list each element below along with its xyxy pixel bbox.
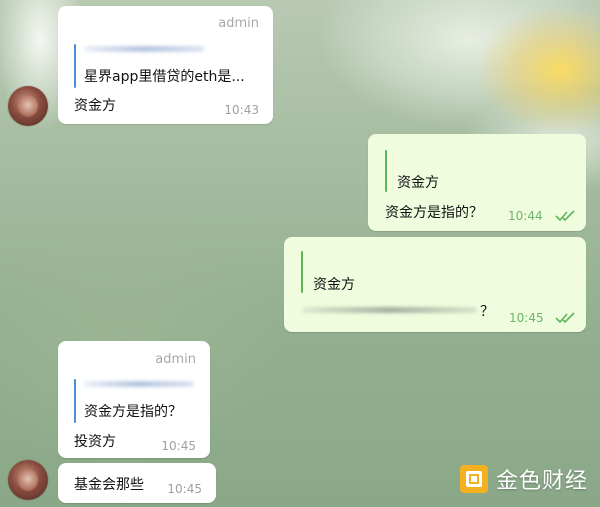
outgoing-message[interactable]: 资金方 资金方是指的？ 10:44 <box>368 134 586 231</box>
reply-quote-bar <box>74 379 76 423</box>
avatar[interactable] <box>8 86 48 126</box>
message-text: 投资方 <box>74 434 116 450</box>
message-time: 10:44 <box>508 209 543 223</box>
message-time: 10:43 <box>224 103 259 117</box>
admin-badge: admin <box>218 16 259 31</box>
redacted-quote-name <box>84 46 204 52</box>
jinse-logo-icon <box>459 465 488 493</box>
double-check-icon <box>555 312 575 324</box>
watermark-text: 金色财经 <box>495 469 588 494</box>
incoming-message[interactable]: admin 星界app里借贷的eth是... 资金方 10:43 <box>58 6 273 124</box>
reply-quote-bar <box>385 150 387 192</box>
message-text: 基金会那些 <box>74 477 144 493</box>
message-time: 10:45 <box>161 439 196 453</box>
double-check-icon <box>555 210 575 222</box>
admin-badge: admin <box>155 352 196 367</box>
message-time: 10:45 <box>167 482 202 496</box>
outgoing-message[interactable]: 资金方 ？ 10:45 <box>284 237 586 332</box>
watermark: 金色财经 <box>459 463 588 495</box>
message-text: 资金方 <box>74 98 116 114</box>
incoming-message[interactable]: admin 资金方是指的？ 投资方 10:45 <box>58 341 210 458</box>
reply-quote-text[interactable]: 资金方 <box>313 274 355 294</box>
incoming-message[interactable]: 基金会那些 10:45 <box>58 463 216 503</box>
message-text: ？ <box>480 304 494 320</box>
reply-quote-text[interactable]: 星界app里借贷的eth是... <box>84 66 245 86</box>
reply-quote-bar <box>74 44 76 88</box>
reply-quote-text[interactable]: 资金方 <box>397 172 439 192</box>
message-time: 10:45 <box>509 311 544 325</box>
redacted-quote-name <box>84 381 194 387</box>
redacted-message-text <box>302 307 477 313</box>
message-text: 资金方是指的？ <box>385 205 483 221</box>
reply-quote-text[interactable]: 资金方是指的？ <box>84 401 182 421</box>
reply-quote-bar <box>301 251 303 293</box>
avatar[interactable] <box>8 460 48 500</box>
